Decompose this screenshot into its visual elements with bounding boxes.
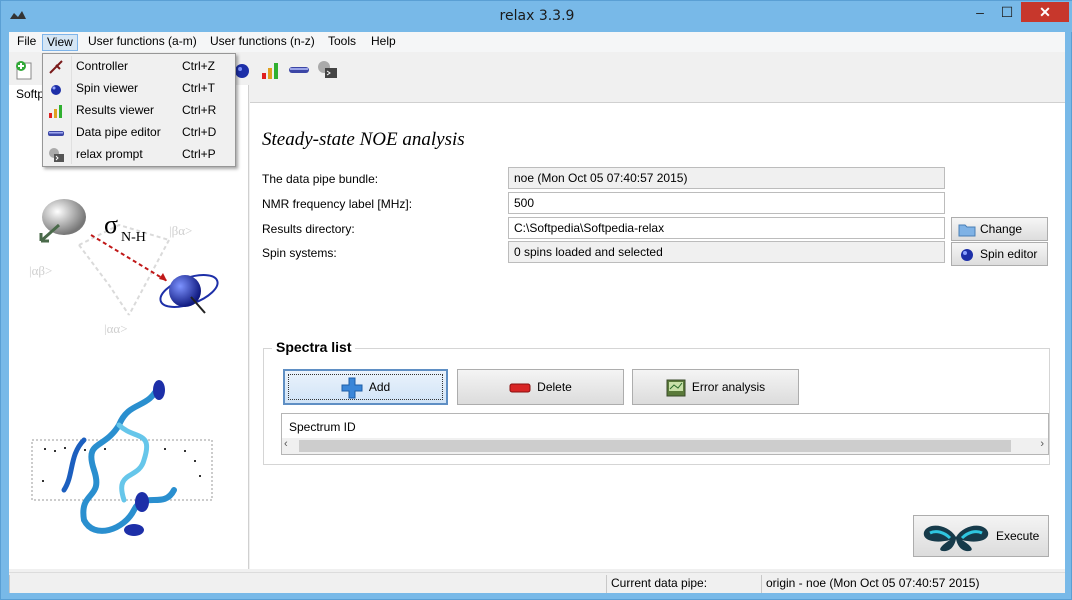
add-label: Add <box>368 380 391 394</box>
analysis-title: Steady-state NOE analysis <box>262 129 465 150</box>
sigma-subscript: N-H <box>121 230 146 245</box>
status-empty <box>9 575 606 593</box>
scroll-left-icon[interactable]: ‹ <box>284 438 288 450</box>
menu-item-label: Spin viewer <box>76 81 139 95</box>
minimize-button[interactable]: – <box>967 2 993 22</box>
app-window: relax 3.3.9 – ☐ ✕ File View User functio… <box>0 0 1072 600</box>
data-pipe-editor-icon[interactable] <box>288 59 310 81</box>
spin-icon <box>961 248 973 261</box>
protein-plot <box>31 380 213 536</box>
sigma-label: σ <box>104 210 118 239</box>
spin-editor-button[interactable]: Spin editor <box>951 242 1048 266</box>
view-menu-data-pipe-editor[interactable]: Data pipe editor Ctrl+D <box>45 122 233 144</box>
delete-label: Delete <box>537 380 572 394</box>
menu-view[interactable]: View <box>42 34 78 51</box>
close-button[interactable]: ✕ <box>1021 2 1069 22</box>
change-directory-button[interactable]: Change <box>951 217 1048 241</box>
plus-icon <box>341 377 363 399</box>
noe-diagram: |βα> |αβ> |αα> σ N-H <box>29 199 219 335</box>
controller-icon <box>49 60 63 74</box>
relax-prompt-icon <box>49 148 64 162</box>
menu-item-shortcut: Ctrl+D <box>182 125 217 139</box>
menu-tools[interactable]: Tools <box>324 34 360 51</box>
data-pipe-editor-icon <box>48 131 64 136</box>
window-title: relax 3.3.9 <box>499 8 575 24</box>
menu-bar: File View User functions (a-m) User func… <box>9 32 1065 52</box>
view-dropdown-menu: Controller Ctrl+Z Spin viewer Ctrl+T Res… <box>42 53 236 167</box>
view-menu-spin-viewer[interactable]: Spin viewer Ctrl+T <box>45 78 233 100</box>
state-label: |βα> <box>169 223 192 238</box>
add-spectrum-button[interactable]: Add <box>283 369 448 405</box>
execute-label: Execute <box>996 529 1040 543</box>
menu-item-shortcut: Ctrl+Z <box>182 59 215 73</box>
spin-viewer-icon <box>51 85 61 95</box>
status-pipe-label: Current data pipe: <box>606 575 761 593</box>
menu-item-label: Data pipe editor <box>76 125 161 139</box>
new-analysis-icon[interactable] <box>13 59 35 81</box>
view-menu-controller[interactable]: Controller Ctrl+Z <box>45 56 233 78</box>
error-analysis-button[interactable]: Error analysis <box>632 369 799 405</box>
left-tab-label[interactable]: Softp <box>16 87 44 101</box>
menu-item-label: Results viewer <box>76 103 155 117</box>
menu-file[interactable]: File <box>13 34 40 51</box>
analysis-panel: Steady-state NOE analysis The data pipe … <box>250 102 1065 569</box>
horizontal-scrollbar[interactable]: ‹ › <box>282 438 1048 454</box>
status-pipe-value: origin - noe (Mon Oct 05 07:40:57 2015) <box>761 575 1001 593</box>
nmr-frequency-label: NMR frequency label [MHz]: <box>262 197 413 211</box>
change-button-label: Change <box>980 222 1023 236</box>
spin-systems-label: Spin systems: <box>262 246 337 260</box>
nmr-frequency-input[interactable]: 500 <box>508 192 945 214</box>
spectra-title: Spectra list <box>272 339 356 355</box>
relax-prompt-icon[interactable] <box>316 59 338 81</box>
results-directory-input[interactable]: C:\Softpedia\Softpedia-relax <box>508 217 945 239</box>
menu-help[interactable]: Help <box>367 34 400 51</box>
state-label: |αβ> <box>29 263 52 278</box>
spectrum-list[interactable]: Spectrum ID ‹ › <box>281 413 1049 455</box>
butterfly-icon <box>923 525 989 552</box>
spectrum-id-header: Spectrum ID <box>289 420 356 434</box>
execute-button[interactable]: Execute <box>913 515 1049 557</box>
menu-item-label: relax prompt <box>76 147 143 161</box>
menu-item-shortcut: Ctrl+T <box>182 81 215 95</box>
scroll-right-icon[interactable]: › <box>1040 438 1044 450</box>
spin-editor-label: Spin editor <box>980 247 1038 261</box>
menu-item-label: Controller <box>76 59 129 73</box>
title-bar[interactable]: relax 3.3.9 – ☐ ✕ <box>1 1 1072 32</box>
menu-user-functions-a-m[interactable]: User functions (a-m) <box>84 34 201 51</box>
error-analysis-icon <box>666 379 686 397</box>
spin-systems-field: 0 spins loaded and selected <box>508 241 945 263</box>
menu-item-shortcut: Ctrl+P <box>182 147 216 161</box>
maximize-button[interactable]: ☐ <box>994 2 1020 22</box>
pipe-bundle-field: noe (Mon Oct 05 07:40:57 2015) <box>508 167 945 189</box>
state-label: |αα> <box>104 321 128 335</box>
pipe-bundle-label: The data pipe bundle: <box>262 172 379 186</box>
delete-spectrum-button[interactable]: Delete <box>457 369 624 405</box>
status-bar: Current data pipe: origin - noe (Mon Oct… <box>9 572 1065 593</box>
results-viewer-icon[interactable] <box>259 59 281 81</box>
minus-icon <box>509 383 531 393</box>
scroll-thumb[interactable] <box>299 440 1011 452</box>
folder-icon <box>958 224 976 237</box>
menu-user-functions-n-z[interactable]: User functions (n-z) <box>206 34 319 51</box>
results-viewer-icon <box>49 105 62 118</box>
view-menu-relax-prompt[interactable]: relax prompt Ctrl+P <box>45 144 233 166</box>
results-directory-label: Results directory: <box>262 222 355 236</box>
error-analysis-label: Error analysis <box>691 380 766 394</box>
view-menu-results-viewer[interactable]: Results viewer Ctrl+R <box>45 100 233 122</box>
menu-item-shortcut: Ctrl+R <box>182 103 217 117</box>
